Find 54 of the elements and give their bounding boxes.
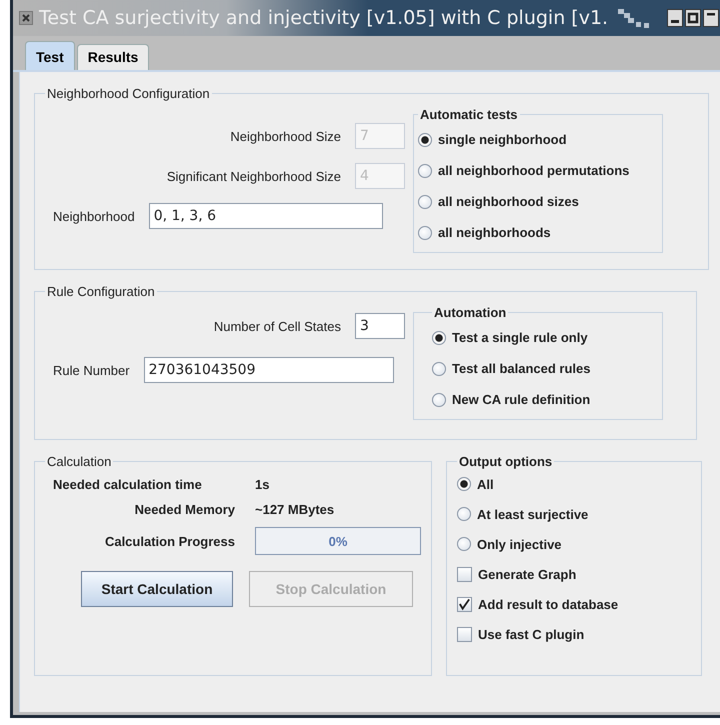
field-label: Neighborhood — [53, 208, 135, 224]
option-label[interactable]: all neighborhoods — [438, 225, 551, 240]
group-title: Rule Configuration — [46, 284, 156, 299]
field-label: Significant Neighborhood Size — [166, 168, 341, 184]
close-icon[interactable] — [19, 11, 33, 25]
action-button[interactable]: Start Calculation — [81, 571, 233, 607]
option-label[interactable]: Only injective — [477, 536, 562, 552]
radio-button[interactable] — [457, 537, 471, 551]
info-label: Needed Memory — [134, 502, 235, 517]
radio-button[interactable] — [457, 477, 471, 491]
restore-icon[interactable] — [703, 9, 719, 27]
field-label: Neighborhood Size — [230, 128, 341, 144]
maximize-icon[interactable] — [685, 9, 701, 27]
option-label[interactable]: Add result to database — [478, 596, 618, 612]
checkbox[interactable] — [457, 596, 472, 612]
tab[interactable]: Results — [76, 44, 150, 70]
radio-button[interactable] — [457, 507, 471, 521]
info-value: 1s — [255, 477, 270, 492]
option-label[interactable]: Generate Graph — [478, 566, 576, 582]
group-title: Automatic tests — [419, 107, 519, 122]
option-label[interactable]: Test all balanced rules — [452, 361, 590, 376]
group-title: Automation — [433, 305, 508, 320]
radio-button[interactable] — [418, 164, 432, 178]
option-label[interactable]: At least surjective — [477, 506, 588, 522]
radio-button[interactable] — [432, 330, 446, 344]
option-label[interactable]: all neighborhood permutations — [438, 163, 630, 178]
group-title: Calculation — [46, 454, 112, 469]
option-label[interactable]: Use fast C plugin — [478, 626, 584, 642]
info-value: ~127 MBytes — [255, 502, 336, 517]
checkbox[interactable] — [457, 626, 472, 642]
radio-button[interactable] — [418, 226, 432, 240]
checkbox[interactable] — [457, 566, 472, 582]
group-title: Output options — [458, 454, 554, 469]
radio-button[interactable] — [418, 132, 432, 146]
field-label: Number of Cell States — [214, 318, 341, 334]
window-title: Test CA surjectivity and injectivity [v1.05] with C plugin [v1. — [39, 7, 608, 29]
tab[interactable]: Test — [25, 41, 75, 70]
option-label[interactable]: New CA rule definition — [452, 392, 590, 407]
radio-button[interactable] — [432, 392, 446, 406]
minimize-icon[interactable] — [667, 9, 683, 27]
text-field[interactable]: 3 — [355, 313, 405, 339]
text-field[interactable]: 0, 1, 3, 6 — [148, 203, 383, 229]
option-label[interactable]: single neighborhood — [438, 132, 567, 147]
radio-button[interactable] — [418, 194, 432, 208]
field-label: Rule Number — [53, 362, 130, 378]
option-label[interactable]: all neighborhood sizes — [438, 194, 579, 209]
text-field[interactable]: 270361043509 — [144, 357, 394, 383]
info-label: Needed calculation time — [52, 477, 203, 492]
option-label[interactable]: All — [477, 476, 494, 492]
progress-text: 0% — [328, 532, 348, 550]
option-label[interactable]: Test a single rule only — [452, 330, 588, 345]
group-title: Neighborhood Configuration — [46, 86, 211, 101]
radio-button[interactable] — [432, 362, 446, 376]
info-label: Calculation Progress — [104, 534, 235, 548]
